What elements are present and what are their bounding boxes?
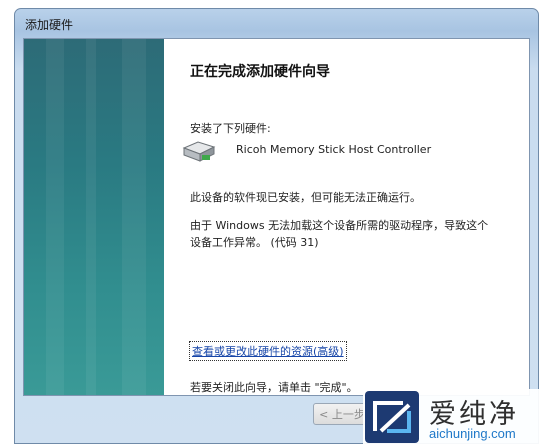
close-hint-text: 若要关闭此向导，请单击 "完成"。 xyxy=(190,381,358,394)
hardware-device-icon xyxy=(182,141,216,162)
installed-label: 安装了下列硬件: xyxy=(190,122,271,135)
window-title: 添加硬件 xyxy=(25,18,74,32)
add-hardware-window: 添加硬件 正在完成添加硬件向导 安装了下列硬件: Ricoh Memory St… xyxy=(14,8,539,444)
device-name: Ricoh Memory Stick Host Controller xyxy=(236,143,432,156)
install-status-text: 此设备的软件现已安装，但可能无法正确运行。 xyxy=(190,191,421,204)
watermark-url: aichunjing.com xyxy=(429,426,516,441)
site-watermark: 爱纯净 aichunjing.com xyxy=(363,389,553,445)
error-text-line-1: 由于 Windows 无法加载这个设备所需的驱动程序，导致这个 xyxy=(190,219,489,232)
error-text-line-2: 设备工作异常。 (代码 31) xyxy=(190,236,319,249)
view-resources-link[interactable]: 查看或更改此硬件的资源(高级) xyxy=(189,341,347,361)
wizard-side-banner xyxy=(24,39,164,395)
wizard-panel: 正在完成添加硬件向导 安装了下列硬件: Ricoh Memory Stick H… xyxy=(23,38,530,396)
aichunjing-logo-icon xyxy=(365,391,419,443)
wizard-heading: 正在完成添加硬件向导 xyxy=(190,64,330,80)
